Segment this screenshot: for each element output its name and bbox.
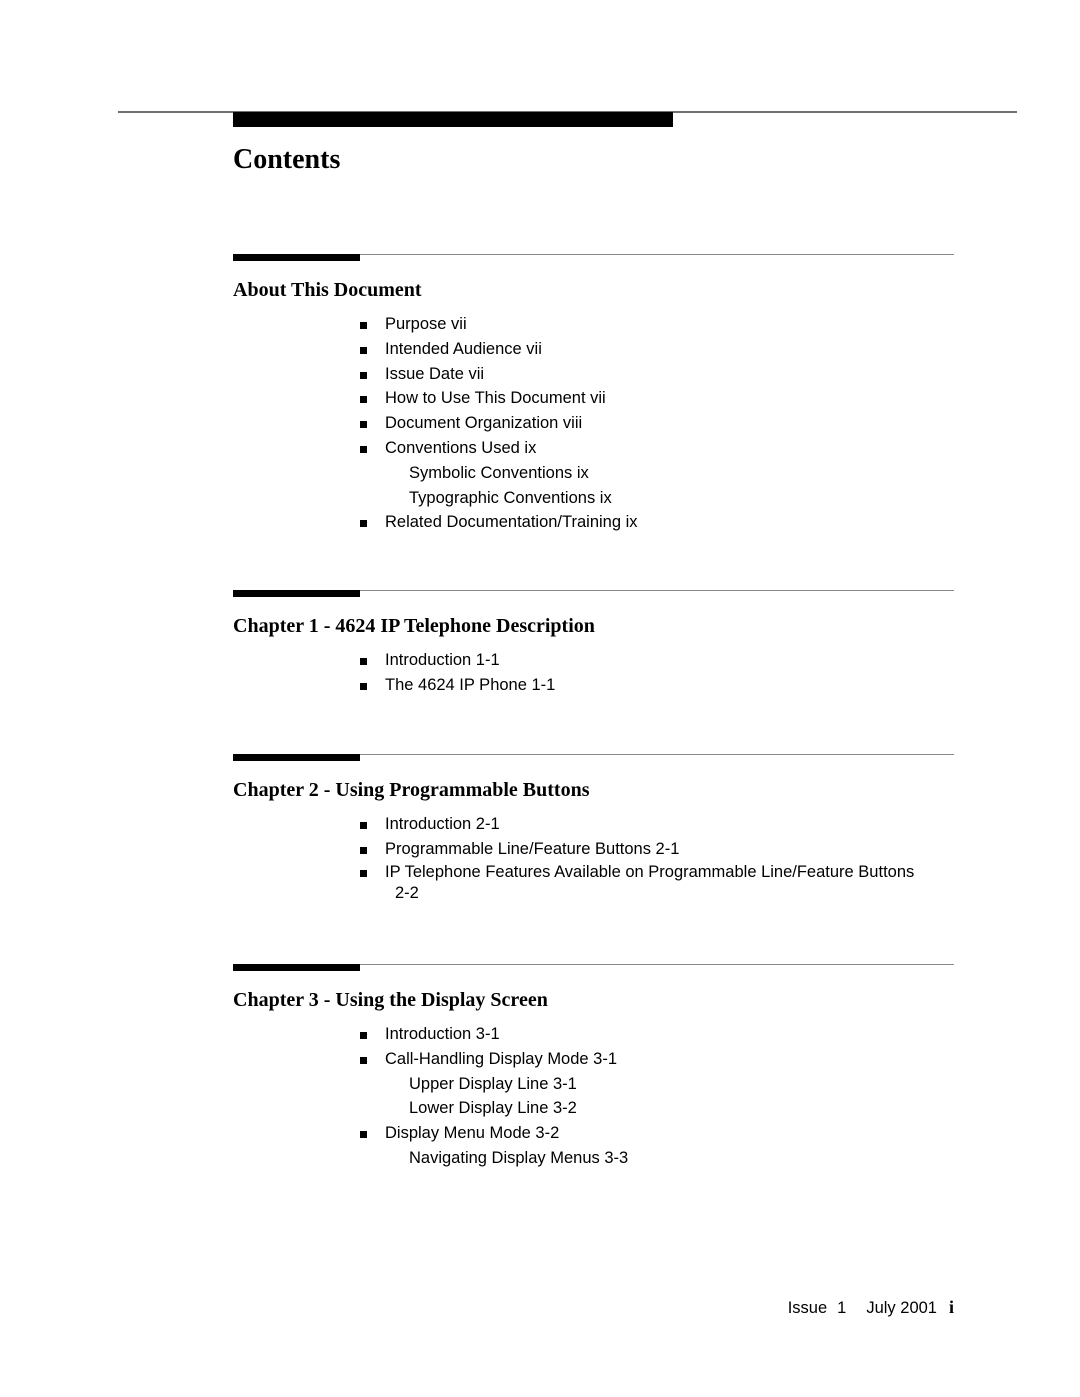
header-bar [233, 112, 673, 127]
bullet-icon [360, 520, 367, 528]
page-title: Contents [233, 144, 341, 175]
toc-entry[interactable]: Introduction 3-1 [358, 1022, 958, 1047]
toc-subentry[interactable]: Navigating Display Menus 3-3 [358, 1146, 958, 1171]
toc-entry[interactable]: Call-Handling Display Mode 3-1 [358, 1047, 958, 1072]
toc-entry[interactable]: Related Documentation/Training ix [358, 510, 958, 535]
bullet-icon [360, 371, 367, 379]
issue-number: 1 [837, 1299, 847, 1317]
toc-subentry[interactable]: Symbolic Conventions ix [358, 461, 958, 486]
toc-entry[interactable]: How to Use This Document vii [358, 386, 958, 411]
section-title[interactable]: Chapter 1 - 4624 IP Telephone Descriptio… [233, 612, 595, 640]
toc-entry[interactable]: Programmable Line/Feature Buttons 2-1 [358, 837, 958, 862]
bullet-icon [360, 346, 367, 354]
toc-entry[interactable]: Introduction 2-1 [358, 812, 958, 837]
bullet-icon [360, 322, 367, 329]
toc-subentry[interactable]: Lower Display Line 3-2 [358, 1096, 958, 1121]
entry-list: Introduction 2-1 Programmable Line/Featu… [358, 812, 958, 908]
toc-subentry[interactable]: Typographic Conventions ix [358, 486, 958, 511]
toc-entry[interactable]: Display Menu Mode 3-2 [358, 1121, 958, 1146]
bullet-icon [360, 421, 367, 429]
section-rule [233, 754, 954, 762]
bullet-icon [360, 396, 367, 404]
bullet-icon [360, 1056, 367, 1064]
page-number: i [948, 1297, 954, 1317]
bullet-icon [360, 846, 367, 854]
entry-list: Introduction 3-1 Call-Handling Display M… [358, 1022, 958, 1171]
toc-section-chapter-3: Chapter 3 - Using the Display Screen Int… [233, 964, 954, 1167]
toc-section-about: About This Document Purpose vii Intended… [233, 254, 954, 531]
issue-date: July 2001 [866, 1299, 937, 1317]
toc-entry[interactable]: Issue Date vii [358, 362, 958, 387]
toc-entry[interactable]: Purpose vii [358, 312, 958, 337]
section-rule [233, 254, 954, 262]
toc-entry[interactable]: Conventions Used ix [358, 436, 958, 461]
bullet-icon [360, 1032, 367, 1039]
bullet-icon [360, 822, 367, 829]
toc-entry[interactable]: The 4624 IP Phone 1-1 [358, 673, 958, 698]
entry-list: Introduction 1-1 The 4624 IP Phone 1-1 [358, 648, 958, 698]
toc-section-chapter-2: Chapter 2 - Using Programmable Buttons I… [233, 754, 954, 902]
entry-list: Purpose vii Intended Audience vii Issue … [358, 312, 958, 535]
section-rule [233, 590, 954, 598]
bullet-icon [360, 1131, 367, 1139]
toc-entry[interactable]: Introduction 1-1 [358, 648, 958, 673]
page-footer: Issue 1 July 2001 i [788, 1295, 954, 1320]
section-title[interactable]: About This Document [233, 276, 422, 304]
toc-entry[interactable]: Document Organization viii [358, 411, 958, 436]
section-title[interactable]: Chapter 2 - Using Programmable Buttons [233, 776, 589, 804]
bullet-icon [360, 869, 367, 877]
section-title[interactable]: Chapter 3 - Using the Display Screen [233, 986, 548, 1014]
bullet-icon [360, 682, 367, 690]
toc-entry[interactable]: Intended Audience vii [358, 337, 958, 362]
toc-entry[interactable]: IP Telephone Features Available on Progr… [358, 862, 958, 904]
bullet-icon [360, 445, 367, 453]
issue-label: Issue [787, 1299, 828, 1317]
section-rule [233, 964, 954, 972]
toc-subentry[interactable]: Upper Display Line 3-1 [358, 1072, 958, 1097]
toc-section-chapter-1: Chapter 1 - 4624 IP Telephone Descriptio… [233, 590, 954, 694]
bullet-icon [360, 658, 367, 665]
